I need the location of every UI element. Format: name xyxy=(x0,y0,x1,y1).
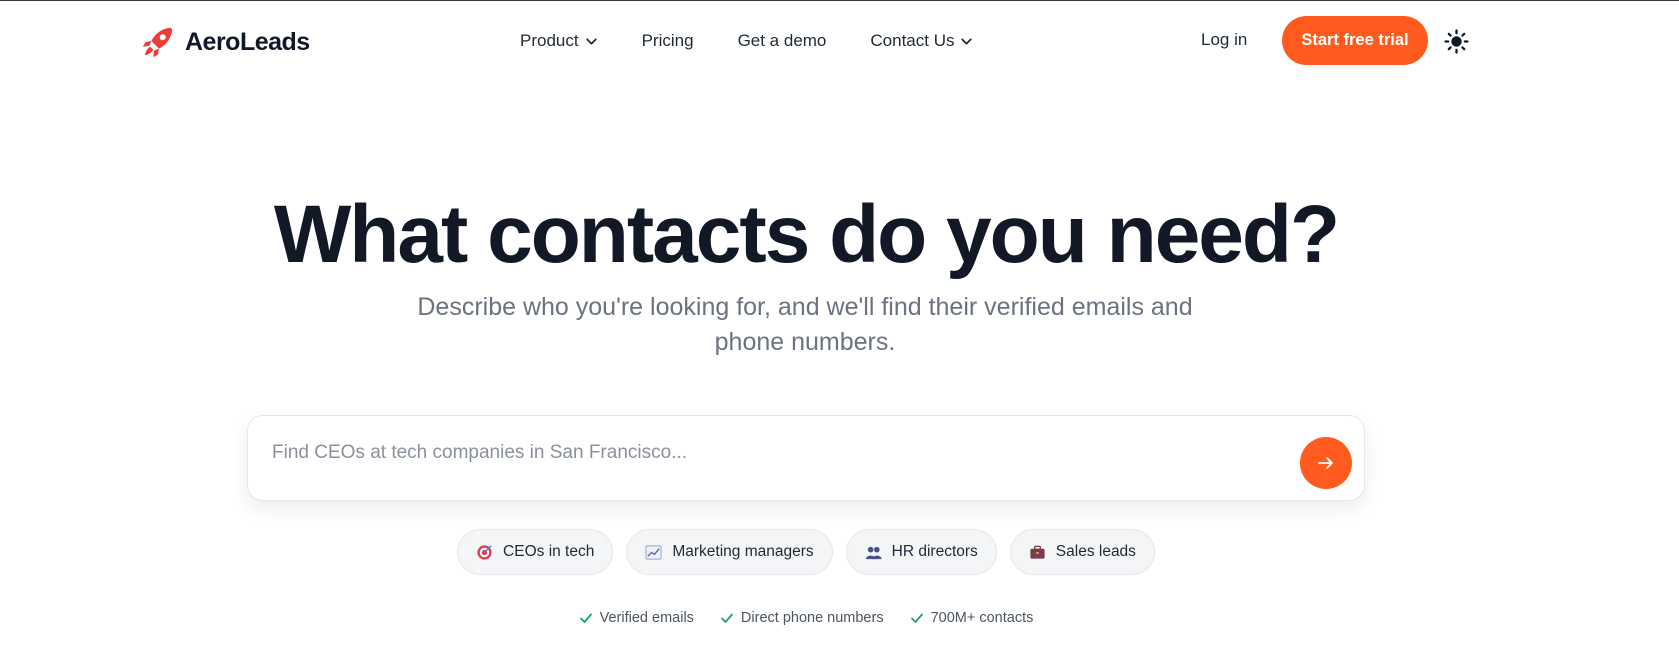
chevron-down-icon xyxy=(961,37,973,45)
chip-hr-directors[interactable]: HR directors xyxy=(845,529,997,575)
chip-ceos-in-tech[interactable]: CEOs in tech xyxy=(457,529,614,575)
feature-item: 700M+ contacts xyxy=(910,610,1034,626)
nav-product[interactable]: Product xyxy=(520,31,598,51)
login-link[interactable]: Log in xyxy=(1201,30,1247,50)
chart-icon xyxy=(645,544,662,560)
brand-logo[interactable]: AeroLeads xyxy=(139,22,310,62)
nav-contact-us[interactable]: Contact Us xyxy=(870,31,973,51)
hero-title: What contacts do you need? xyxy=(273,189,1340,280)
chip-label: Marketing managers xyxy=(672,543,814,560)
nav-get-a-demo[interactable]: Get a demo xyxy=(738,31,827,51)
start-free-trial-button[interactable]: Start free trial xyxy=(1282,16,1428,65)
rocket-icon xyxy=(142,27,173,58)
top-navigation: AeroLeads Product Pricing Get a demo Con… xyxy=(0,1,1679,81)
hero-subtitle: Describe who you're looking for, and we'… xyxy=(417,293,1193,356)
nav-contact-label: Contact Us xyxy=(870,31,955,50)
chevron-down-icon xyxy=(585,37,597,45)
search-submit-button[interactable] xyxy=(1300,437,1352,489)
feature-list: Verified emails Direct phone numbers 700… xyxy=(0,610,1612,626)
check-icon xyxy=(910,613,923,623)
main-menu: Product Pricing Get a demo Contact Us xyxy=(520,26,973,56)
feature-label: 700M+ contacts xyxy=(930,610,1034,626)
target-icon xyxy=(477,544,492,560)
nav-demo-label: Get a demo xyxy=(737,31,827,50)
chip-marketing-managers[interactable]: Marketing managers xyxy=(626,529,833,575)
sun-icon[interactable] xyxy=(1444,29,1469,54)
nav-pricing[interactable]: Pricing xyxy=(642,31,694,51)
arrow-right-icon xyxy=(1318,457,1333,469)
feature-item: Direct phone numbers xyxy=(720,610,884,626)
nav-product-label: Product xyxy=(520,31,579,50)
chip-sales-leads[interactable]: Sales leads xyxy=(1009,529,1155,575)
chip-label: Sales leads xyxy=(1055,543,1136,560)
chip-label: CEOs in tech xyxy=(503,543,595,560)
search-box xyxy=(247,415,1365,501)
nav-pricing-label: Pricing xyxy=(641,31,694,50)
search-input[interactable] xyxy=(272,438,1232,468)
feature-item: Verified emails xyxy=(579,610,694,626)
feature-label: Verified emails xyxy=(599,610,694,626)
people-icon xyxy=(865,546,882,559)
briefcase-icon xyxy=(1030,545,1045,559)
suggestion-chips: CEOs in tech Marketing managers HR direc… xyxy=(0,529,1612,575)
brand-name: AeroLeads xyxy=(185,27,310,56)
check-icon xyxy=(721,613,733,623)
check-icon xyxy=(579,613,592,623)
feature-label: Direct phone numbers xyxy=(740,610,884,626)
chip-label: HR directors xyxy=(891,543,978,560)
